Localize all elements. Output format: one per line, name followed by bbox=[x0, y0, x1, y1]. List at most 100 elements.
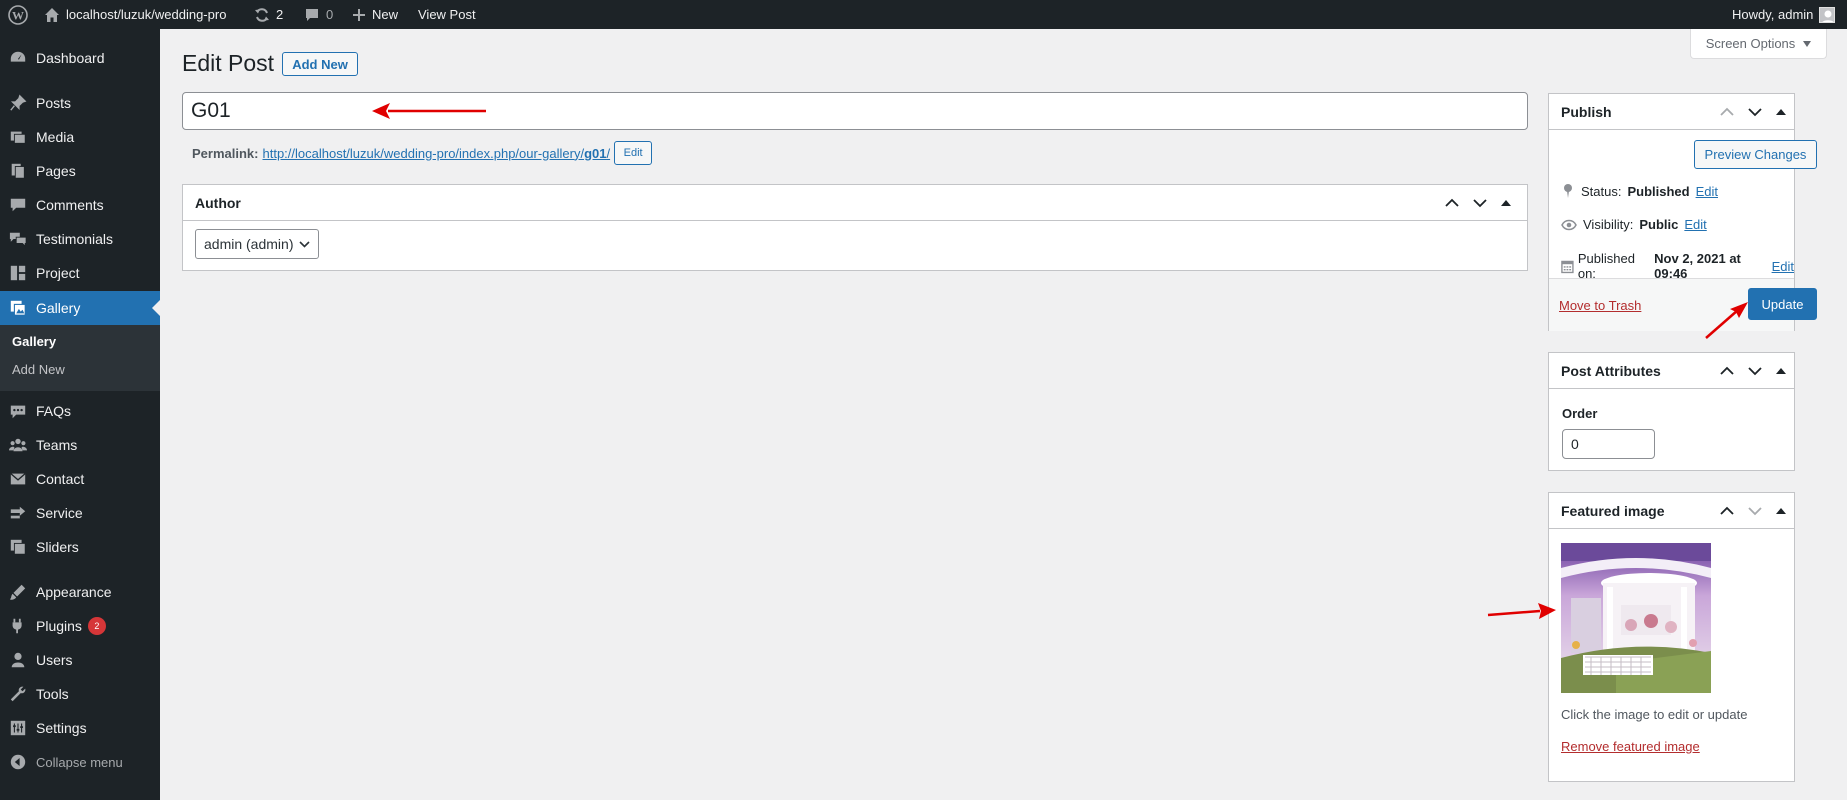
active-indicator bbox=[152, 300, 160, 316]
preview-changes-button[interactable]: Preview Changes bbox=[1694, 140, 1817, 169]
sidebar-item-media[interactable]: Media bbox=[0, 120, 160, 154]
settings-icon bbox=[0, 719, 36, 737]
comment-icon bbox=[0, 196, 36, 214]
featured-image-thumbnail[interactable] bbox=[1561, 543, 1711, 693]
admin-bar: W localhost/luzuk/wedding-pro 2 0 New Vi… bbox=[0, 0, 1847, 29]
project-icon bbox=[0, 264, 36, 282]
sidebar-item-label: Service bbox=[36, 505, 83, 521]
sidebar-item-label: Appearance bbox=[36, 584, 112, 600]
publish-actions: Move to Trash Update bbox=[1549, 278, 1817, 331]
status-label: Status: bbox=[1581, 183, 1622, 199]
account-menu[interactable]: Howdy, admin bbox=[1732, 0, 1836, 29]
sidebar-item-plugins[interactable]: Plugins 2 bbox=[0, 609, 160, 643]
author-select[interactable]: admin (admin) bbox=[195, 229, 319, 259]
remove-featured-image-link[interactable]: Remove featured image bbox=[1561, 739, 1700, 754]
sidebar-item-label: Contact bbox=[36, 471, 85, 487]
sidebar-item-contact[interactable]: Contact bbox=[0, 462, 160, 496]
toggle-panel-icon[interactable] bbox=[1501, 199, 1511, 207]
comments-count: 0 bbox=[326, 7, 334, 22]
updates-link[interactable]: 2 bbox=[254, 0, 283, 29]
author-box: Author admin (admin) bbox=[182, 184, 1528, 271]
sidebar-item-settings[interactable]: Settings bbox=[0, 711, 160, 745]
wordpress-logo-icon[interactable]: W bbox=[8, 0, 28, 29]
publish-box-header: Publish bbox=[1549, 94, 1794, 130]
move-down-icon[interactable] bbox=[1748, 107, 1762, 117]
submenu-item-gallery[interactable]: Gallery bbox=[12, 334, 56, 349]
eye-icon bbox=[1561, 219, 1577, 230]
contact-icon bbox=[0, 470, 36, 488]
toggle-panel-icon[interactable] bbox=[1776, 367, 1786, 375]
svg-text:W: W bbox=[12, 8, 24, 22]
sidebar-item-teams[interactable]: Teams bbox=[0, 428, 160, 462]
featured-image-box: Featured image Click the image to edit o… bbox=[1548, 492, 1795, 782]
sidebar-item-appearance[interactable]: Appearance bbox=[0, 575, 160, 609]
caret-down-icon bbox=[1803, 40, 1812, 47]
admin-sidebar: Dashboard Posts Media Pages Comments Tes… bbox=[0, 29, 160, 800]
sidebar-item-label: Testimonials bbox=[36, 231, 114, 247]
edit-visibility-link[interactable]: Edit bbox=[1684, 217, 1706, 232]
featured-image-handles bbox=[1720, 493, 1786, 529]
post-attributes-handles bbox=[1720, 353, 1786, 389]
sidebar-item-gallery[interactable]: Gallery bbox=[0, 291, 160, 325]
move-up-icon[interactable] bbox=[1720, 107, 1734, 117]
sidebar-item-service[interactable]: Service bbox=[0, 496, 160, 530]
move-down-icon[interactable] bbox=[1748, 506, 1762, 516]
sidebar-item-sliders[interactable]: Sliders bbox=[0, 530, 160, 564]
media-icon bbox=[0, 128, 36, 146]
sidebar-item-tools[interactable]: Tools bbox=[0, 677, 160, 711]
sidebar-item-faqs[interactable]: FAQs bbox=[0, 394, 160, 428]
update-button[interactable]: Update bbox=[1748, 288, 1817, 320]
author-box-handles bbox=[1445, 185, 1511, 221]
move-up-icon[interactable] bbox=[1720, 366, 1734, 376]
submenu-item-add-new[interactable]: Add New bbox=[12, 362, 65, 377]
sidebar-item-project[interactable]: Project bbox=[0, 256, 160, 290]
sidebar-item-comments[interactable]: Comments bbox=[0, 188, 160, 222]
screen-options-button[interactable]: Screen Options bbox=[1690, 29, 1827, 59]
permalink-edit-button[interactable]: Edit bbox=[614, 141, 653, 165]
move-up-icon[interactable] bbox=[1445, 198, 1459, 208]
add-new-button[interactable]: Add New bbox=[282, 52, 358, 76]
site-name-link[interactable]: localhost/luzuk/wedding-pro bbox=[44, 0, 226, 29]
edit-date-link[interactable]: Edit bbox=[1772, 259, 1794, 274]
move-up-icon[interactable] bbox=[1720, 506, 1734, 516]
sidebar-item-testimonials[interactable]: Testimonials bbox=[0, 222, 160, 256]
move-down-icon[interactable] bbox=[1748, 366, 1762, 376]
order-value: 0 bbox=[1571, 436, 1579, 452]
status-value: Published bbox=[1627, 183, 1690, 199]
edit-status-link[interactable]: Edit bbox=[1696, 184, 1718, 199]
sidebar-item-label: Comments bbox=[36, 197, 104, 213]
updates-count: 2 bbox=[276, 7, 284, 22]
toggle-panel-icon[interactable] bbox=[1776, 507, 1786, 515]
sidebar-item-dashboard[interactable]: Dashboard bbox=[0, 41, 160, 75]
toggle-panel-icon[interactable] bbox=[1776, 108, 1786, 116]
move-down-icon[interactable] bbox=[1473, 198, 1487, 208]
sidebar-item-label: Pages bbox=[36, 163, 76, 179]
comments-link[interactable]: 0 bbox=[304, 0, 333, 29]
author-box-header: Author bbox=[183, 185, 1527, 221]
plugins-icon bbox=[0, 617, 36, 635]
gallery-submenu: Gallery Add New bbox=[0, 325, 160, 391]
new-content-link[interactable]: New bbox=[352, 0, 398, 29]
faq-icon bbox=[0, 402, 36, 420]
move-to-trash-link[interactable]: Move to Trash bbox=[1559, 298, 1641, 313]
post-title-input[interactable]: G01 bbox=[182, 92, 1528, 130]
visibility-row: Visibility: Public Edit bbox=[1561, 217, 1707, 232]
pin-icon bbox=[1564, 184, 1572, 198]
sidebar-item-posts[interactable]: Posts bbox=[0, 86, 160, 120]
sidebar-item-label: Posts bbox=[36, 95, 72, 111]
sidebar-item-label: Project bbox=[36, 265, 80, 281]
gallery-icon bbox=[0, 299, 36, 317]
sidebar-item-label: Collapse menu bbox=[36, 754, 123, 770]
permalink-url[interactable]: http://localhost/luzuk/wedding-pro/index… bbox=[262, 146, 610, 161]
visibility-label: Visibility: bbox=[1583, 217, 1634, 232]
order-input[interactable]: 0 bbox=[1562, 429, 1655, 459]
view-post-link[interactable]: View Post bbox=[418, 0, 476, 29]
comment-icon bbox=[306, 8, 318, 21]
visibility-value: Public bbox=[1639, 217, 1679, 232]
status-row: Status: Published Edit bbox=[1561, 183, 1718, 199]
testimonial-icon bbox=[0, 230, 36, 248]
sidebar-item-label: Sliders bbox=[36, 539, 79, 555]
sidebar-item-pages[interactable]: Pages bbox=[0, 154, 160, 188]
sidebar-item-users[interactable]: Users bbox=[0, 643, 160, 677]
collapse-menu-button[interactable]: Collapse menu bbox=[0, 745, 160, 779]
